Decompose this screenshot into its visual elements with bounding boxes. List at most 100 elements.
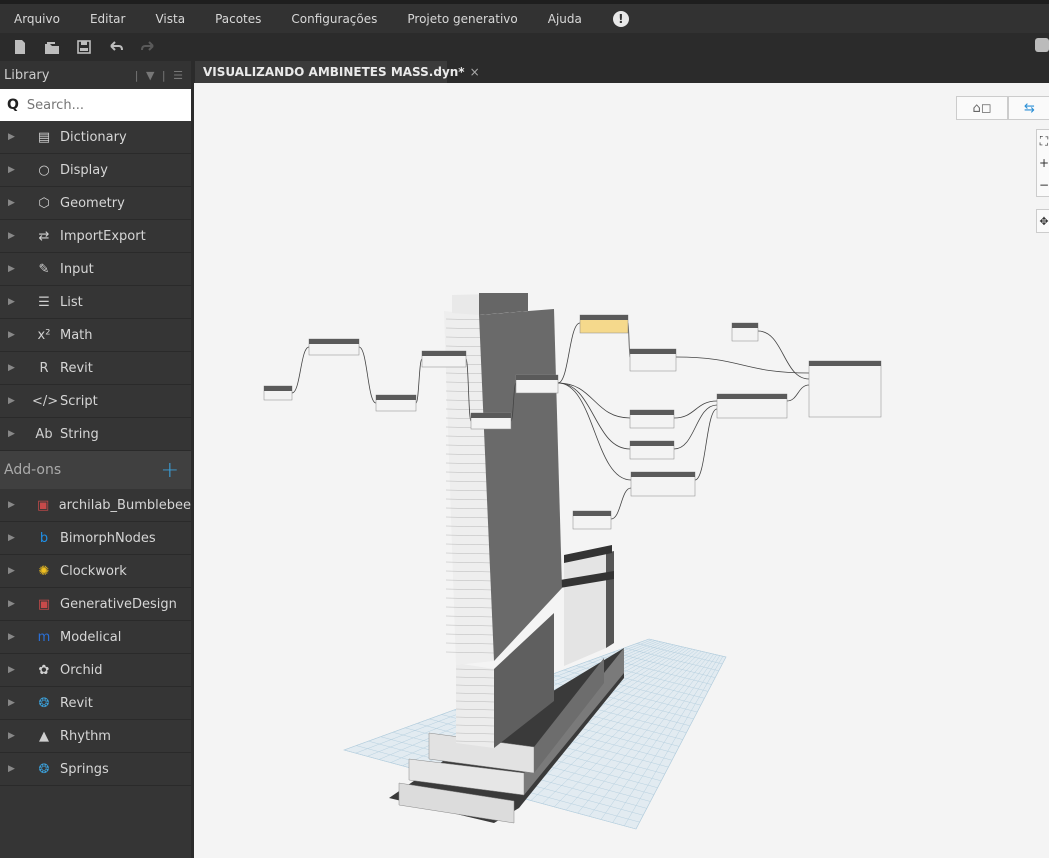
expand-arrow-icon[interactable]: ▶ — [8, 132, 18, 142]
graph-node[interactable] — [629, 440, 675, 460]
library-item-script[interactable]: ▶ </> Script — [0, 385, 191, 418]
library-item-display[interactable]: ▶ ○ Display — [0, 154, 191, 187]
menu-vista[interactable]: Vista — [140, 12, 200, 26]
library-item-bimorphnodes[interactable]: ▶ b BimorphNodes — [0, 522, 191, 555]
expand-arrow-icon[interactable]: ▶ — [8, 330, 18, 340]
expand-arrow-icon[interactable]: ▶ — [8, 665, 18, 675]
graph-node[interactable] — [308, 338, 360, 356]
background-preview-toggle-icon[interactable]: ⌂◻ — [956, 96, 1008, 120]
graph-node[interactable] — [630, 471, 696, 497]
workspace-tab[interactable]: VISUALIZANDO AMBINETES MASS.dyn* × — [195, 61, 480, 83]
expand-arrow-icon[interactable]: ▶ — [8, 500, 18, 510]
search-input[interactable] — [26, 97, 177, 113]
graph-node[interactable] — [716, 393, 788, 419]
library-item-label: Revit — [60, 695, 93, 711]
graph-node[interactable] — [515, 374, 559, 394]
library-item-label: Orchid — [60, 662, 103, 678]
redo-icon[interactable] — [134, 35, 162, 59]
library-item-dictionary[interactable]: ▶ ▤ Dictionary — [0, 121, 191, 154]
close-tab-icon[interactable]: × — [470, 65, 480, 79]
library-item-math[interactable]: ▶ x² Math — [0, 319, 191, 352]
library-item-string[interactable]: ▶ Ab String — [0, 418, 191, 451]
toolbar — [0, 33, 1049, 61]
graph-node[interactable] — [629, 409, 675, 429]
string-icon: Ab — [35, 426, 53, 442]
menu-projeto-generativo[interactable]: Projeto generativo — [392, 12, 532, 26]
orchid-icon: ✿ — [38, 662, 50, 678]
expand-arrow-icon[interactable]: ▶ — [8, 698, 18, 708]
library-item-generativedesign[interactable]: ▶ ▣ GenerativeDesign — [0, 588, 191, 621]
library-title: Library — [4, 67, 50, 83]
library-item-input[interactable]: ▶ ✎ Input — [0, 253, 191, 286]
menu-configuracoes[interactable]: Configurações — [276, 12, 392, 26]
expand-arrow-icon[interactable]: ▶ — [8, 297, 18, 307]
zoom-in-icon[interactable]: + — [1039, 156, 1049, 170]
library-item-revit[interactable]: ▶ ❂ Revit — [0, 687, 191, 720]
alert-icon[interactable]: ! — [612, 10, 629, 27]
library-item-clockwork[interactable]: ▶ ✺ Clockwork — [0, 555, 191, 588]
library-item-importexport[interactable]: ▶ ⇄ ImportExport — [0, 220, 191, 253]
expand-arrow-icon[interactable]: ▶ — [8, 429, 18, 439]
zoom-fit-icon[interactable]: ⛶ — [1040, 134, 1048, 149]
springs-icon: ❂ — [38, 761, 50, 777]
expand-arrow-icon[interactable]: ▶ — [8, 731, 18, 741]
workspace-canvas[interactable]: ⌂◻ ⇆ ⛶ + − ✥ — [194, 83, 1049, 858]
view-switcher: ⌂◻ ⇆ — [956, 96, 1049, 120]
library-item-revit[interactable]: ▶ R Revit — [0, 352, 191, 385]
library-item-label: List — [60, 294, 83, 310]
library-item-list[interactable]: ▶ ☰ List — [0, 286, 191, 319]
menu-editar[interactable]: Editar — [75, 12, 141, 26]
expand-arrow-icon[interactable]: ▶ — [8, 396, 18, 406]
menu-ajuda[interactable]: Ajuda — [533, 12, 597, 26]
add-package-icon[interactable]: + — [161, 458, 179, 483]
graph-node[interactable] — [263, 385, 293, 401]
zoom-controls: ⛶ + − — [1036, 129, 1049, 197]
camera-icon[interactable] — [1035, 38, 1049, 52]
expand-arrow-icon[interactable]: ▶ — [8, 533, 18, 543]
expand-arrow-icon[interactable]: ▶ — [8, 264, 18, 274]
library-item-orchid[interactable]: ▶ ✿ Orchid — [0, 654, 191, 687]
library-item-modelical[interactable]: ▶ m Modelical — [0, 621, 191, 654]
undo-icon[interactable] — [102, 35, 130, 59]
graph-node[interactable] — [375, 394, 417, 412]
expand-arrow-icon[interactable]: ▶ — [8, 632, 18, 642]
zoom-out-icon[interactable]: − — [1039, 178, 1049, 192]
library-item-springs[interactable]: ▶ ❂ Springs — [0, 753, 191, 786]
expand-arrow-icon[interactable]: ▶ — [8, 566, 18, 576]
expand-arrow-icon[interactable]: ▶ — [8, 198, 18, 208]
graph-node[interactable] — [421, 350, 467, 368]
menu-pacotes[interactable]: Pacotes — [200, 12, 276, 26]
library-item-archilab-bumblebee[interactable]: ▶ ▣ archilab_Bumblebee — [0, 489, 191, 522]
bimorph-icon: b — [39, 530, 49, 546]
graph-node[interactable] — [731, 322, 759, 342]
pan-icon[interactable]: ✥ — [1036, 209, 1049, 233]
import-export-icon: ⇄ — [38, 228, 50, 244]
library-item-label: Rhythm — [60, 728, 111, 744]
expand-arrow-icon[interactable]: ▶ — [8, 231, 18, 241]
graph-node[interactable] — [470, 412, 512, 430]
library-item-label: String — [60, 426, 99, 442]
open-folder-icon[interactable] — [38, 35, 66, 59]
graph-view-toggle-icon[interactable]: ⇆ — [1008, 96, 1049, 120]
save-icon[interactable] — [70, 35, 98, 59]
library-item-label: Script — [60, 393, 98, 409]
library-item-geometry[interactable]: ▶ ⬡ Geometry — [0, 187, 191, 220]
expand-arrow-icon[interactable]: ▶ — [8, 363, 18, 373]
library-item-rhythm[interactable]: ▶ ▲ Rhythm — [0, 720, 191, 753]
graph-node[interactable] — [629, 348, 677, 372]
expand-arrow-icon[interactable]: ▶ — [8, 764, 18, 774]
graph-node[interactable] — [808, 360, 882, 418]
new-file-icon[interactable] — [6, 35, 34, 59]
expand-arrow-icon[interactable]: ▶ — [8, 165, 18, 175]
addons-label: Add-ons — [4, 462, 62, 478]
library-panel: Library | ▼ | ☰ Q ▶▤Dictionary▶○Display▶… — [0, 61, 191, 858]
rhythm-icon: ▲ — [39, 728, 49, 744]
modelical-icon: m — [37, 629, 51, 645]
library-filter-icon[interactable]: | ▼ | ☰ — [135, 69, 185, 82]
addons-header: Add-ons + — [0, 451, 191, 489]
graph-node[interactable] — [572, 510, 612, 530]
bumblebee-icon: ▣ — [37, 497, 50, 513]
expand-arrow-icon[interactable]: ▶ — [8, 599, 18, 609]
menu-arquivo[interactable]: Arquivo — [0, 12, 75, 26]
graph-node[interactable] — [579, 314, 629, 334]
